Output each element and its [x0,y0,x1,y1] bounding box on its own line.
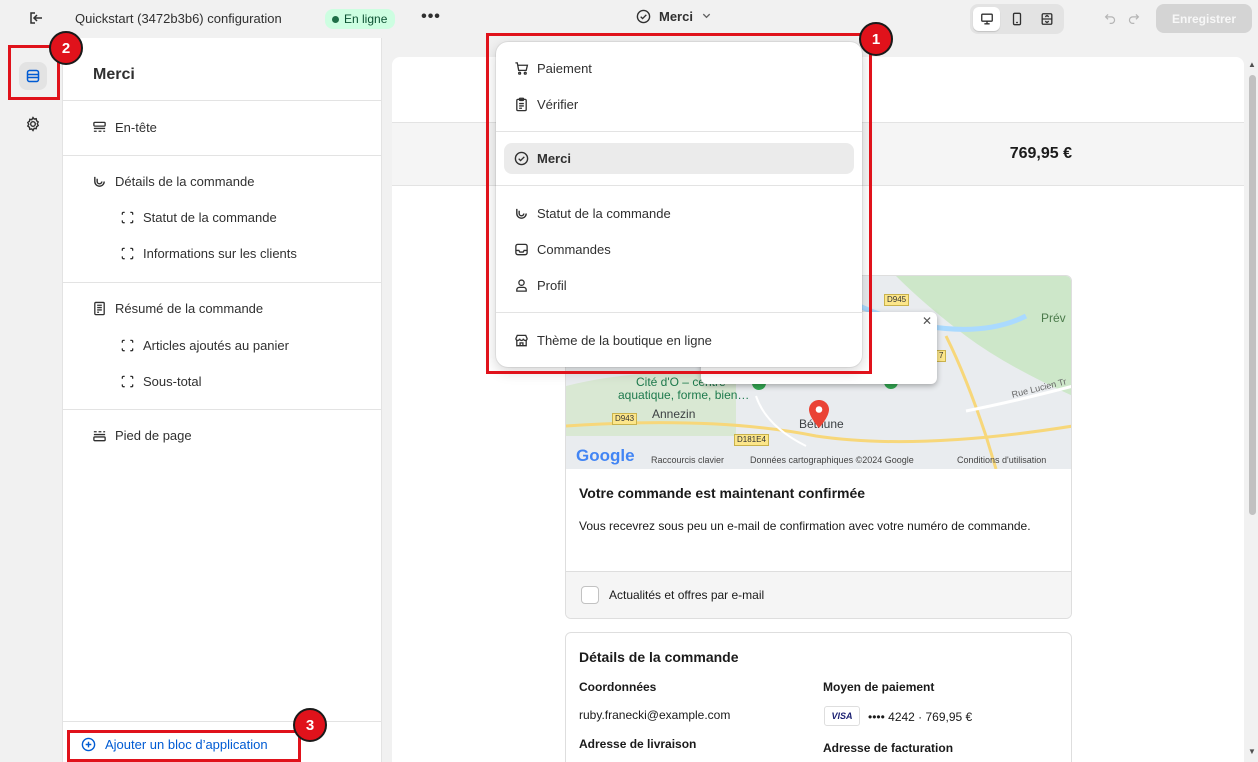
divider [63,282,382,283]
desktop-view-button[interactable] [973,7,1001,31]
block-order-status[interactable]: Statut de la commande [120,210,277,225]
newsletter-label: Actualités et offres par e-mail [609,588,765,602]
section-header-label: En-tête [115,120,157,135]
check-circle-icon [636,9,651,24]
footer-icon [93,431,106,442]
status-label: En ligne [344,12,388,26]
scrollbar[interactable]: ▲ ▼ [1246,57,1258,762]
contact-label: Coordonnées [579,680,657,694]
section-footer[interactable]: Pied de page [92,428,192,443]
contact-value: ruby.franecki@example.com [579,708,731,722]
block-order-status-label: Statut de la commande [143,210,277,225]
map-shortcuts-link[interactable]: Raccourcis clavier [651,455,724,465]
divider [63,155,382,156]
billing-label: Adresse de facturation [823,741,954,755]
map-label: Prév [1041,311,1066,325]
mobile-view-button[interactable] [1003,7,1030,31]
block-subtotal-label: Sous-total [143,374,202,389]
mobile-icon [1012,12,1022,26]
block-subtotal[interactable]: Sous-total [120,374,202,389]
divider [63,409,382,410]
road-label: D945 [884,294,910,306]
section-order-summary[interactable]: Résumé de la commande [92,301,263,316]
icon-rail [0,38,62,762]
block-customer-info[interactable]: Informations sur les clients [120,246,297,261]
divider [63,721,382,722]
annotation-badge-1: 1 [859,22,893,56]
payment-label: Moyen de paiement [823,680,935,694]
road-label: 7 [936,350,947,362]
section-footer-label: Pied de page [115,428,192,443]
details-title: Détails de la commande [579,649,739,665]
current-page-label: Merci [659,9,693,24]
block-icon [121,247,134,260]
more-actions-button[interactable]: ••• [420,6,442,28]
confirmation-section: Votre commande est maintenant confirmée … [566,469,1071,571]
settings-rail-button[interactable] [19,110,47,138]
divider [63,100,382,101]
order-status-icon [94,176,105,187]
redo-icon[interactable] [1124,9,1142,27]
header-icon [93,121,106,132]
newsletter-checkbox[interactable] [581,586,599,604]
exit-editor-icon[interactable] [26,8,46,28]
map-data-label: Données cartographiques ©2024 Google [750,455,914,465]
block-customer-info-label: Informations sur les clients [143,246,297,261]
shipping-label: Adresse de livraison [579,737,697,751]
section-order-summary-label: Résumé de la commande [115,301,264,316]
desktop-icon [980,13,993,25]
order-details-card: Détails de la commande Coordonnées ruby.… [565,632,1072,762]
map-attribution: Raccourcis clavier Données cartographiqu… [566,449,1071,469]
device-switcher [970,4,1064,34]
annotation-badge-2: 2 [49,31,83,65]
confirmation-text: Vous recevrez sous peu un e-mail de conf… [579,519,1031,533]
scroll-down-icon[interactable]: ▼ [1248,747,1256,756]
panel-title: Merci [93,66,135,83]
map-label: aquatique, forme, bien… [618,388,750,402]
scroll-thumb[interactable] [1249,75,1256,515]
block-cart-items-label: Articles ajoutés au panier [143,338,289,353]
order-total: 769,95 € [1009,145,1072,162]
status-dot-icon [332,15,339,23]
status-badge: En ligne [325,9,396,29]
road-label: D181E4 [734,434,769,446]
block-icon [121,211,134,224]
visa-icon: VISA [824,706,860,726]
receipt-icon [94,301,105,316]
annotation-badge-3: 3 [293,708,327,742]
map-terms-link[interactable]: Conditions d'utilisation [957,455,1046,465]
map-label: Annezin [652,407,696,421]
map-pin-icon[interactable] [809,400,829,428]
close-icon[interactable]: ✕ [922,314,932,328]
gear-icon [26,116,40,132]
chevron-down-icon [701,10,712,24]
section-order-details[interactable]: Détails de la commande [92,174,254,189]
payment-value: •••• 4242 · 769,95 € [868,710,973,724]
newsletter-row: Actualités et offres par e-mail [566,571,1071,618]
scroll-up-icon[interactable]: ▲ [1248,60,1256,69]
road-label: D943 [612,413,638,425]
confirmation-title: Votre commande est maintenant confirmée [579,485,866,501]
section-header[interactable]: En-tête [92,120,157,135]
section-order-details-label: Détails de la commande [115,174,255,189]
block-cart-items[interactable]: Articles ajoutés au panier [120,338,289,353]
save-button[interactable]: Enregistrer [1156,4,1252,33]
fullscreen-icon [1041,13,1053,25]
sections-panel: Merci En-tête Détails de la commande Sta… [62,38,382,762]
fullscreen-view-button[interactable] [1034,7,1061,31]
block-icon [121,375,134,388]
annotation-box-3 [67,730,301,762]
theme-title: Quickstart (3472b3b6) configuration [75,11,282,26]
annotation-box-1 [486,33,872,374]
page-selector[interactable]: Merci [636,9,712,24]
undo-icon[interactable] [1101,9,1119,27]
block-icon [121,339,134,352]
